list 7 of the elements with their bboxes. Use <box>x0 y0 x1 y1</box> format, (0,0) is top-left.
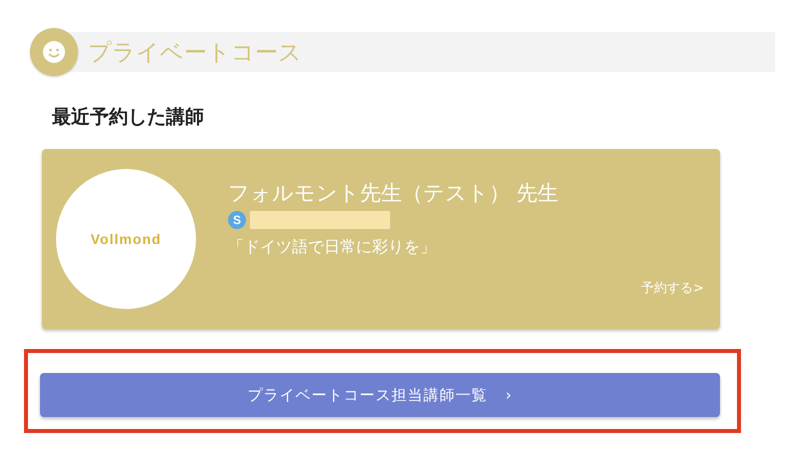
teacher-name: フォルモント先生（テスト） 先生 <box>228 180 559 207</box>
section-title: プライベートコース <box>88 38 302 68</box>
recent-teachers-heading: 最近予約した講師 <box>52 105 205 130</box>
teacher-list-button[interactable]: プライベートコース担当講師一覧 › <box>40 373 720 417</box>
teacher-tagline: 「ドイツ語で日常に彩りを」 <box>228 237 436 258</box>
skype-icon: S <box>228 211 246 229</box>
logo-text: Vollmond <box>90 231 162 247</box>
